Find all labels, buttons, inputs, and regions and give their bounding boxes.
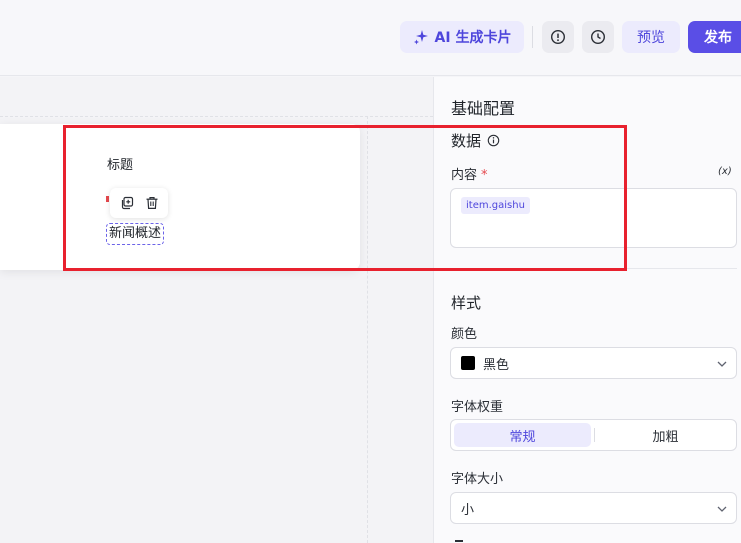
preview-button[interactable]: 预览 <box>622 21 680 53</box>
highlight-annotation <box>63 125 627 271</box>
chevron-down-icon <box>717 506 727 512</box>
canvas-guide-horizontal <box>0 116 433 117</box>
panel-title: 基础配置 <box>451 99 516 118</box>
sparkle-icon <box>413 30 428 45</box>
toolbar-divider <box>532 26 533 48</box>
font-size-select[interactable]: 小 <box>450 492 737 524</box>
history-icon <box>590 29 606 45</box>
next-label-cutoff <box>455 537 475 543</box>
font-size-select-value: 小 <box>461 502 475 518</box>
color-select-value: 黑色 <box>483 357 510 373</box>
color-select[interactable]: 黑色 <box>450 347 737 379</box>
ai-generate-card-label: AI 生成卡片 <box>434 30 512 46</box>
top-bar: AI 生成卡片 预览 发布 <box>0 0 741 76</box>
info-icon <box>550 29 566 45</box>
segment-divider <box>594 428 595 442</box>
style-section-title: 样式 <box>451 294 482 312</box>
color-swatch <box>461 356 475 370</box>
font-weight-segmented: 常规 加粗 <box>450 419 737 451</box>
font-weight-label: 字体权重 <box>451 400 504 415</box>
font-size-label: 字体大小 <box>451 472 504 487</box>
ai-generate-card-button[interactable]: AI 生成卡片 <box>400 21 524 53</box>
variable-fx-toggle[interactable]: (x) <box>718 166 732 177</box>
font-weight-regular-option[interactable]: 常规 <box>454 423 591 447</box>
color-label: 颜色 <box>451 327 478 342</box>
info-button[interactable] <box>542 21 574 53</box>
history-button[interactable] <box>582 21 614 53</box>
publish-button[interactable]: 发布 <box>688 21 741 53</box>
chevron-down-icon <box>717 361 727 367</box>
font-weight-bold-option[interactable]: 加粗 <box>597 423 734 447</box>
